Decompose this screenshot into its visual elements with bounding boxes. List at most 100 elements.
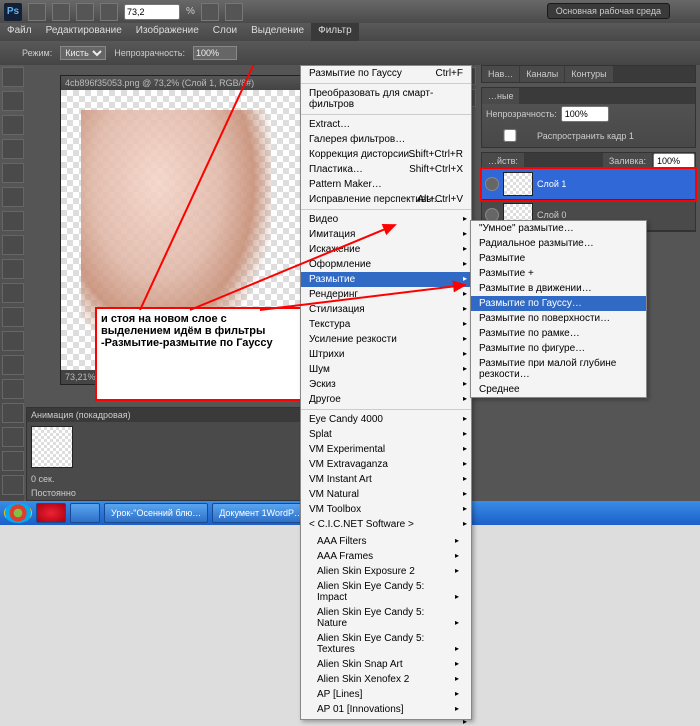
menu-item[interactable]: Alien Skin Eye Candy 5: Nature	[309, 605, 463, 631]
shape-tool[interactable]	[2, 475, 24, 495]
grid-icon[interactable]	[201, 3, 219, 21]
menu-item[interactable]: Размытие по фигуре…	[471, 341, 646, 356]
screen-icon[interactable]	[225, 3, 243, 21]
tab-paths[interactable]: Контуры	[565, 66, 612, 82]
menu-item[interactable]: Усиление резкости	[301, 332, 471, 347]
menu-item[interactable]: Размытие +	[471, 266, 646, 281]
anim-frame[interactable]	[31, 426, 73, 468]
menu-item[interactable]: VM Experimental	[301, 442, 471, 457]
menu-item[interactable]: Другое	[301, 392, 471, 407]
menu-item[interactable]: VM Natural	[301, 487, 471, 502]
zoom-icon[interactable]	[100, 3, 118, 21]
heal-tool[interactable]	[2, 211, 24, 231]
menu-edit[interactable]: Редактирование	[39, 23, 129, 41]
bridge-icon[interactable]	[28, 3, 46, 21]
pen-tool[interactable]	[2, 403, 24, 423]
menu-item[interactable]: Alien Skin Eye Candy 5: Textures	[309, 631, 463, 657]
menu-item[interactable]: Pattern Maker…	[301, 177, 471, 192]
tab-channels[interactable]: Каналы	[520, 66, 564, 82]
menu-item[interactable]: AAA Frames	[309, 549, 463, 564]
menu-item[interactable]: Рендеринг	[301, 287, 471, 302]
menu-item[interactable]: Размытие по Гауссу…	[471, 296, 646, 311]
menu-item[interactable]: Alien Skin Exposure 2	[309, 564, 463, 579]
menu-item[interactable]: Extract…	[301, 117, 471, 132]
hand-icon[interactable]	[76, 3, 94, 21]
blur-tool[interactable]	[2, 355, 24, 375]
menu-item[interactable]: Среднее	[471, 382, 646, 397]
view-icon[interactable]	[52, 3, 70, 21]
tab-layers[interactable]: …йств:	[482, 153, 524, 169]
menu-item[interactable]: Галерея фильтров…	[301, 132, 471, 147]
mode-select[interactable]: Кисть	[60, 46, 106, 60]
history-tool[interactable]	[2, 283, 24, 303]
menu-item[interactable]: Размытие	[471, 251, 646, 266]
gradient-tool[interactable]	[2, 331, 24, 351]
fill-input[interactable]	[653, 153, 695, 169]
opacity-input[interactable]	[193, 46, 237, 60]
menu-item[interactable]: Eye Candy 4000	[301, 412, 471, 427]
menu-item[interactable]: Размытие по рамке…	[471, 326, 646, 341]
menu-item[interactable]: AAA Filters	[309, 534, 463, 549]
visibility-icon[interactable]	[485, 177, 499, 191]
menu-item[interactable]: Alien Skin Eye Candy 5: Impact	[309, 579, 463, 605]
menu-item[interactable]: Размытие при малой глубине резкости…	[471, 356, 646, 382]
dodge-tool[interactable]	[2, 379, 24, 399]
start-button[interactable]	[4, 503, 32, 523]
tab-adjust[interactable]: …ные	[482, 88, 519, 104]
marquee-tool[interactable]	[2, 91, 24, 111]
menu-item[interactable]: Преобразовать для смарт-фильтров	[301, 86, 471, 112]
menu-item-blur[interactable]: Размытие	[301, 272, 471, 287]
brush-tool[interactable]	[2, 235, 24, 255]
menu-file[interactable]: Файл	[0, 23, 39, 41]
menu-item[interactable]: Штрихи	[301, 347, 471, 362]
anim-mode[interactable]: Постоянно	[31, 488, 76, 498]
lasso-tool[interactable]	[2, 115, 24, 135]
menu-item[interactable]: Имитация	[301, 227, 471, 242]
menu-item[interactable]: Alien Skin Xenofex 2	[309, 672, 463, 687]
crop-tool[interactable]	[2, 163, 24, 183]
menu-item[interactable]: Стилизация	[301, 302, 471, 317]
menu-select[interactable]: Выделение	[244, 23, 311, 41]
wand-tool[interactable]	[2, 139, 24, 159]
menu-item[interactable]: Искажение	[301, 242, 471, 257]
menu-image[interactable]: Изображение	[129, 23, 206, 41]
menu-item[interactable]: Коррекция дисторсии…Shift+Ctrl+R	[301, 147, 471, 162]
menu-item[interactable]: Шум	[301, 362, 471, 377]
menu-filter[interactable]: Фильтр	[311, 23, 359, 41]
eyedropper-tool[interactable]	[2, 187, 24, 207]
menu-item[interactable]: Эскиз	[301, 377, 471, 392]
menu-item[interactable]: Радиальное размытие…	[471, 236, 646, 251]
menu-item[interactable]: AAA FiltersAAA FramesAlien Skin Exposure…	[301, 532, 471, 719]
propagate-check[interactable]	[490, 129, 530, 142]
workspace-switcher[interactable]: Основная рабочая среда	[547, 3, 670, 19]
menu-item[interactable]: VM Toolbox	[301, 502, 471, 517]
menu-item[interactable]: Исправление перспективы…Alt+Ctrl+V	[301, 192, 471, 207]
menu-item[interactable]: Размытие по поверхности…	[471, 311, 646, 326]
move-tool[interactable]	[2, 67, 24, 87]
menu-item[interactable]: Alien Skin Snap Art	[309, 657, 463, 672]
type-tool[interactable]	[2, 427, 24, 447]
menu-item[interactable]: VM Extravaganza	[301, 457, 471, 472]
menu-item[interactable]: "Умное" размытие…	[471, 221, 646, 236]
taskbar-opera[interactable]	[36, 503, 66, 523]
zoom-input[interactable]	[124, 4, 180, 20]
taskbar-ie[interactable]	[70, 503, 100, 523]
layer-row[interactable]: Слой 1	[482, 169, 695, 200]
layer-opacity[interactable]	[561, 106, 609, 122]
tab-nav[interactable]: Нав…	[482, 66, 519, 82]
path-tool[interactable]	[2, 451, 24, 471]
menu-item[interactable]: Пластика…Shift+Ctrl+X	[301, 162, 471, 177]
menu-item[interactable]: AP 01 [Innovations]	[309, 702, 463, 717]
menu-item[interactable]: Размытие по ГауссуCtrl+F	[301, 66, 471, 81]
menu-item[interactable]: Видео	[301, 212, 471, 227]
eraser-tool[interactable]	[2, 307, 24, 327]
menu-item[interactable]: AP [Lines]	[309, 687, 463, 702]
taskbar-item[interactable]: Документ 1WordP…	[212, 503, 310, 523]
menu-item[interactable]: Splat	[301, 427, 471, 442]
menu-item[interactable]: VM Instant Art	[301, 472, 471, 487]
menu-item[interactable]: Текстура	[301, 317, 471, 332]
stamp-tool[interactable]	[2, 259, 24, 279]
menu-item[interactable]: Размытие в движении…	[471, 281, 646, 296]
menu-layers[interactable]: Слои	[206, 23, 244, 41]
taskbar-item[interactable]: Урок-"Осенний блю…	[104, 503, 208, 523]
